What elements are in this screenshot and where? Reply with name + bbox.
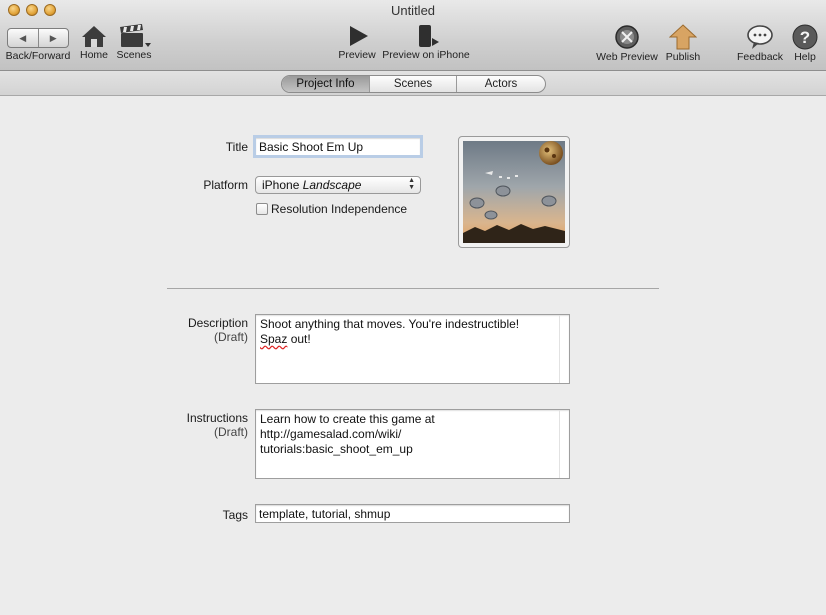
web-preview-icon bbox=[615, 25, 639, 49]
help-button[interactable]: ? Help bbox=[788, 24, 822, 63]
description-line-2: Spaz out! bbox=[260, 332, 311, 346]
publish-label: Publish bbox=[665, 51, 701, 63]
preview-button[interactable]: Preview bbox=[336, 24, 378, 61]
instructions-textarea[interactable]: Learn how to create this game at http://… bbox=[255, 409, 570, 479]
instructions-scrollbar[interactable] bbox=[559, 410, 569, 478]
tab-scenes[interactable]: Scenes bbox=[369, 76, 456, 92]
speech-bubble-icon bbox=[747, 25, 773, 49]
feedback-button[interactable]: Feedback bbox=[736, 24, 784, 63]
platform-value: iPhone Landscape bbox=[262, 178, 362, 192]
instructions-line-2: http://gamesalad.com/wiki/ bbox=[260, 427, 402, 441]
tab-actors[interactable]: Actors bbox=[456, 76, 545, 92]
instructions-line-3: tutorials:basic_shoot_em_up bbox=[260, 442, 413, 456]
help-label: Help bbox=[794, 51, 816, 63]
clapperboard-icon bbox=[120, 24, 151, 47]
instructions-label: Instructions (Draft) bbox=[150, 411, 248, 439]
feedback-label: Feedback bbox=[736, 51, 784, 63]
home-icon bbox=[82, 26, 106, 47]
preview-on-iphone-label: Preview on iPhone bbox=[382, 49, 470, 61]
tags-label: Tags bbox=[222, 508, 248, 522]
preview-label: Preview bbox=[338, 49, 376, 61]
web-preview-label: Web Preview bbox=[596, 51, 658, 63]
play-icon bbox=[350, 26, 368, 46]
tab-project-info[interactable]: Project Info bbox=[282, 76, 369, 92]
forward-arrow-icon: ▶ bbox=[49, 32, 57, 43]
instructions-draft-label: (Draft) bbox=[214, 425, 248, 439]
back-arrow-icon: ◀ bbox=[19, 32, 27, 43]
platform-label: Platform bbox=[203, 178, 248, 192]
back-forward-control: ◀ ▶ Back/Forward bbox=[4, 24, 72, 62]
instructions-line-1: Learn how to create this game at bbox=[260, 412, 435, 426]
svg-text:?: ? bbox=[800, 28, 810, 47]
description-textarea[interactable]: Shoot anything that moves. You're indest… bbox=[255, 314, 570, 384]
iphone-play-icon bbox=[419, 25, 439, 47]
back-button[interactable]: ◀ bbox=[8, 29, 38, 47]
back-forward-label: Back/Forward bbox=[5, 50, 71, 62]
preview-on-iphone-button[interactable]: Preview on iPhone bbox=[382, 24, 470, 61]
project-thumbnail[interactable] bbox=[458, 136, 570, 248]
window-title: Untitled bbox=[390, 3, 436, 18]
section-divider bbox=[167, 288, 659, 289]
scenes-toolbar-label: Scenes bbox=[116, 49, 152, 61]
resolution-independence-checkbox[interactable] bbox=[256, 203, 268, 215]
game-screenshot-image bbox=[463, 141, 565, 243]
title-field[interactable]: Basic Shoot Em Up bbox=[253, 135, 423, 158]
platform-select[interactable]: iPhone Landscape ▲ ▼ bbox=[255, 176, 421, 194]
resolution-independence-label: Resolution Independence bbox=[271, 202, 408, 216]
window-toolbar: Untitled ◀ ▶ Back/Forward Home Scenes Pr… bbox=[0, 0, 826, 71]
home-button[interactable]: Home bbox=[76, 24, 112, 61]
publish-arrow-icon bbox=[669, 24, 697, 50]
description-scrollbar[interactable] bbox=[559, 315, 569, 383]
home-label: Home bbox=[79, 49, 108, 61]
description-draft-label: (Draft) bbox=[214, 330, 248, 344]
view-tabs: Project Info Scenes Actors bbox=[281, 75, 546, 93]
updown-arrows-icon: ▲ ▼ bbox=[408, 177, 415, 191]
tab-strip: Project Info Scenes Actors bbox=[0, 71, 826, 96]
publish-button[interactable]: Publish bbox=[662, 24, 704, 63]
description-line-1: Shoot anything that moves. You're indest… bbox=[260, 317, 520, 331]
scenes-toolbar-button[interactable]: Scenes bbox=[113, 24, 155, 61]
title-label: Title bbox=[225, 140, 248, 154]
web-preview-button[interactable]: Web Preview bbox=[594, 24, 660, 63]
help-icon: ? bbox=[792, 24, 818, 50]
tags-field[interactable]: template, tutorial, shmup bbox=[255, 504, 570, 523]
description-label: Description (Draft) bbox=[150, 316, 248, 344]
forward-button[interactable]: ▶ bbox=[37, 29, 69, 47]
